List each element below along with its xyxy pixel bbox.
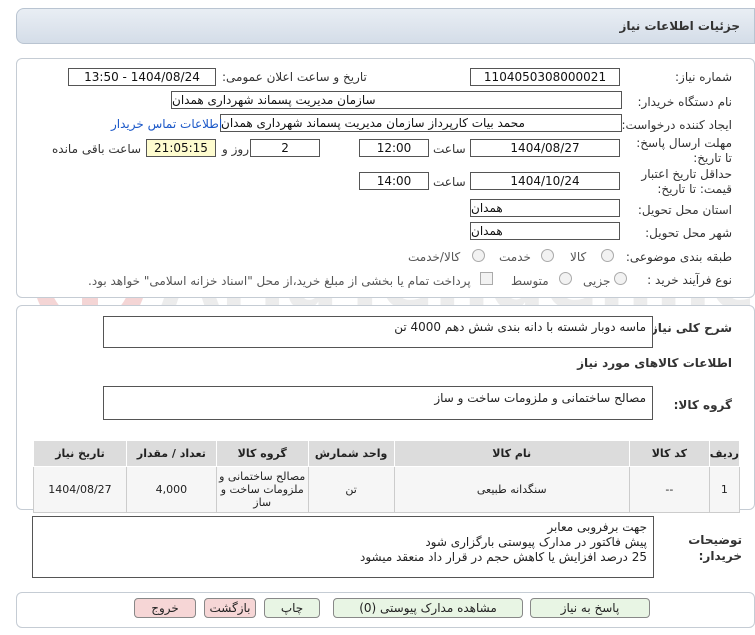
cell-date: 1404/08/27 xyxy=(33,466,127,513)
category-option-both: کالا/خدمت xyxy=(408,250,461,264)
page-title-bar: جزئیات اطلاعات نیاز xyxy=(16,8,755,44)
days-field: 2 xyxy=(250,139,320,157)
validity-label: حداقل تاریخ اعتبار قیمت: تا تاریخ: xyxy=(641,167,732,196)
buyer-contact-link[interactable]: اطلاعات تماس خریدار xyxy=(111,117,222,131)
category-radio-goods[interactable] xyxy=(601,249,614,262)
back-button[interactable]: بازگشت xyxy=(204,598,256,618)
table-row: 1 -- سنگدانه طبیعی تن مصالح ساختمانی و م… xyxy=(33,466,741,513)
process-radio-minor[interactable] xyxy=(614,272,627,285)
cell-row: 1 xyxy=(708,466,741,513)
city-label: شهر محل تحویل: xyxy=(645,226,732,240)
buyer-note-line: پیش فاکتور در مدارک پیوستی بارگزاری شود xyxy=(425,535,647,549)
buyer-notes-label: توضیحات خریدار: xyxy=(688,533,742,563)
cell-name: سنگدانه طبیعی xyxy=(393,466,630,513)
col-name: نام کالا xyxy=(393,440,630,467)
remaining-label: ساعت باقی مانده xyxy=(52,142,142,156)
goods-group-label: گروه کالا: xyxy=(673,398,732,412)
buyer-note-line: جهت برفروبی معابر xyxy=(547,520,647,534)
description-field: ماسه دوبار شسته با دانه بندی شش دهم 4000… xyxy=(103,316,653,348)
deadline-label: مهلت ارسال پاسخ: تا تاریخ: xyxy=(636,136,732,165)
requester-label: ایجاد کننده درخواست: xyxy=(621,118,732,132)
col-date: تاریخ نیاز xyxy=(33,440,127,467)
process-option-minor: جزیی xyxy=(583,274,611,288)
payment-note: پرداخت تمام یا بخشی از مبلغ خرید،از محل … xyxy=(88,274,471,288)
goods-table: ردیف کد کالا نام کالا واحد شمارش گروه کا… xyxy=(33,440,741,513)
description-label: شرح کلی نیاز: xyxy=(646,321,732,335)
goods-table-header: ردیف کد کالا نام کالا واحد شمارش گروه کا… xyxy=(33,440,741,467)
city-field: همدان xyxy=(470,222,620,240)
province-label: استان محل تحویل: xyxy=(637,203,732,217)
province-field: همدان xyxy=(470,199,620,217)
category-option-goods: کالا xyxy=(570,250,587,264)
goods-section-title: اطلاعات کالاهای مورد نیاز xyxy=(577,356,732,370)
buyer-org-label: نام دستگاه خریدار: xyxy=(637,95,733,109)
process-label: نوع فرآیند خرید : xyxy=(647,273,732,287)
validity-time-field: 14:00 xyxy=(359,172,429,190)
col-row: ردیف xyxy=(708,440,741,467)
category-label: طبقه بندی موضوعی: xyxy=(625,250,732,264)
buyer-notes-field: جهت برفروبی معابر پیش فاکتور در مدارک پی… xyxy=(32,516,654,578)
col-group: گروه کالا xyxy=(215,440,309,467)
need-number-field: 1104050308000021 xyxy=(470,68,620,86)
days-label: روز و xyxy=(222,142,249,156)
buyer-org-field: سازمان مدیریت پسماند شهرداری همدان xyxy=(171,91,622,109)
col-qty: تعداد / مقدار xyxy=(125,440,217,467)
deadline-date-field: 1404/08/27 xyxy=(470,139,620,157)
process-option-medium: متوسط xyxy=(511,274,549,288)
col-code: کد کالا xyxy=(628,440,710,467)
category-radio-both[interactable] xyxy=(472,249,485,262)
announce-label: تاریخ و ساعت اعلان عمومی: xyxy=(222,70,367,84)
exit-button[interactable]: خروج xyxy=(134,598,196,618)
remaining-time-field: 21:05:15 xyxy=(146,139,216,157)
cell-code: -- xyxy=(628,466,710,513)
validity-date-field: 1404/10/24 xyxy=(470,172,620,190)
category-radio-service[interactable] xyxy=(541,249,554,262)
deadline-time-field: 12:00 xyxy=(359,139,429,157)
treasury-checkbox[interactable] xyxy=(480,272,493,285)
col-unit: واحد شمارش xyxy=(307,440,395,467)
cell-group: مصالح ساختمانی و ملزومات ساخت و ساز xyxy=(215,466,309,513)
description-text: ماسه دوبار شسته با دانه بندی شش دهم 4000… xyxy=(394,320,646,334)
deadline-time-label: ساعت xyxy=(433,142,466,156)
category-option-service: خدمت xyxy=(499,250,531,264)
buyer-note-line: 25 درصد افزایش یا کاهش حجم در قرار داد م… xyxy=(359,550,647,564)
goods-group-field: مصالح ساختمانی و ملزومات ساخت و ساز xyxy=(103,386,653,420)
reply-button[interactable]: پاسخ به نیاز xyxy=(530,598,650,618)
process-radio-medium[interactable] xyxy=(559,272,572,285)
cell-qty: 4,000 xyxy=(125,466,217,513)
attachments-button[interactable]: مشاهده مدارک پیوستی (0) xyxy=(333,598,523,618)
print-button[interactable]: چاپ xyxy=(264,598,320,618)
goods-group-text: مصالح ساختمانی و ملزومات ساخت و ساز xyxy=(434,391,646,405)
requester-field: محمد بیات کارپرداز سازمان مدیریت پسماند … xyxy=(220,114,622,132)
need-number-label: شماره نیاز: xyxy=(675,70,732,84)
cell-unit: تن xyxy=(307,466,395,513)
announce-field: 1404/08/24 - 13:50 xyxy=(68,68,216,86)
validity-time-label: ساعت xyxy=(433,175,466,189)
page-title: جزئیات اطلاعات نیاز xyxy=(619,19,740,33)
